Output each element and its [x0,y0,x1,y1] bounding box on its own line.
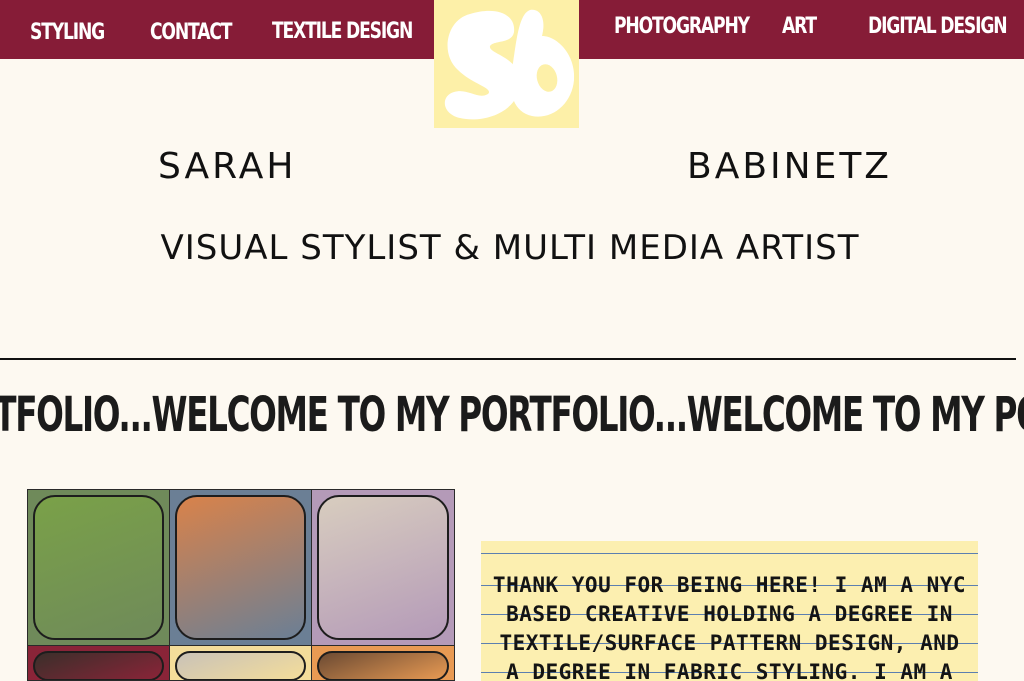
gallery-photo [317,651,449,680]
gallery-cell[interactable] [28,646,169,680]
nav-link-photography[interactable]: PHOTOGRAPHY [614,16,750,38]
gallery-cell[interactable] [312,490,454,645]
welcome-marquee: RTFOLIO...WELCOME TO MY PORTFOLIO...WELC… [0,388,1024,452]
about-note-card: THANK YOU FOR BEING HERE! I AM A NYC BAS… [481,541,978,681]
nav-link-styling[interactable]: STYLING [30,22,105,44]
gallery-cell[interactable] [170,646,311,680]
tagline: VISUAL STYLIST & MULTI MEDIA ARTIST [160,228,860,268]
nav-link-art[interactable]: ART [782,16,817,38]
last-name-heading: BABINETZ [687,146,892,187]
gallery-photo [175,651,306,680]
about-text: THANK YOU FOR BEING HERE! I AM A NYC BAS… [492,573,967,681]
nav-link-textile-design[interactable]: TEXTILE DESIGN [272,21,413,43]
note-rule [481,553,978,554]
gallery-photo [175,495,306,640]
gallery-photo [33,495,164,640]
gallery-cell[interactable] [28,490,169,645]
gallery-photo [317,495,449,640]
gallery-photo [33,651,164,680]
photo-gallery-grid [27,489,455,681]
gallery-cell[interactable] [312,646,454,680]
nav-link-contact[interactable]: CONTACT [150,22,232,44]
marquee-text: RTFOLIO...WELCOME TO MY PORTFOLIO...WELC… [0,388,1024,443]
nav-link-digital-design[interactable]: DIGITAL DESIGN [868,16,1008,38]
logo-graphic [444,9,575,120]
gallery-cell[interactable] [170,490,311,645]
sb-monogram-logo[interactable] [434,0,579,128]
divider-line [0,358,1016,360]
first-name-heading: SARAH [158,146,297,187]
